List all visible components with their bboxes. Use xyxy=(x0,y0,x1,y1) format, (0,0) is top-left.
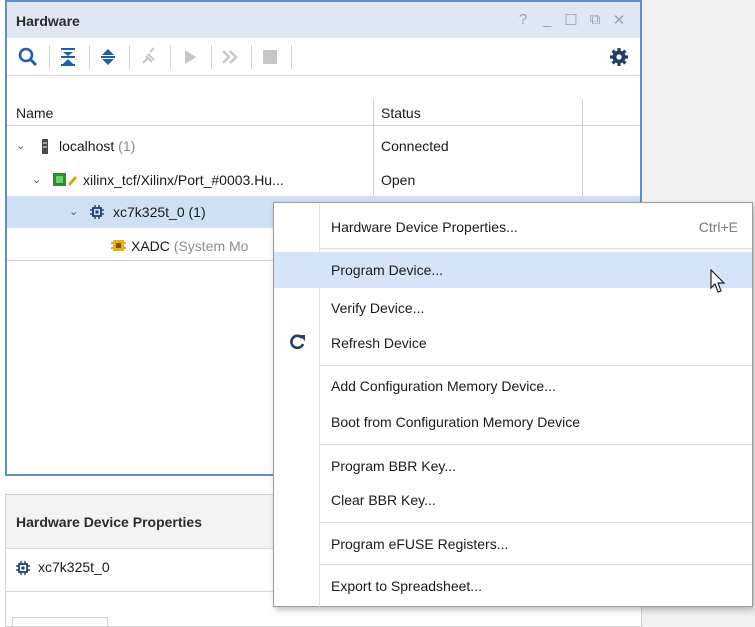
menu-item-add-configuration-memory-device[interactable]: Add Configuration Memory Device... xyxy=(274,368,752,404)
row-status: Connected xyxy=(381,138,449,154)
auto-connect-icon[interactable] xyxy=(138,46,160,68)
toolbar-divider xyxy=(211,45,212,69)
panel-title: Hardware xyxy=(16,13,80,29)
table-row[interactable]: ⌄ xilinx_tcf/Xilinx/Port_#0003.Hu... Ope… xyxy=(7,164,582,196)
toolbar-divider xyxy=(291,45,292,69)
column-header-status[interactable]: Status xyxy=(381,105,421,121)
table-header: Name Status xyxy=(7,99,640,126)
properties-tab[interactable] xyxy=(12,617,108,627)
menu-separator xyxy=(320,522,752,523)
chip-icon xyxy=(90,205,104,219)
chevron-down-icon[interactable]: ⌄ xyxy=(69,205,78,218)
toolbar-divider xyxy=(129,45,130,69)
row-name: localhost (1) xyxy=(59,138,136,154)
chip-icon xyxy=(16,561,30,575)
menu-item-verify-device[interactable]: Verify Device... xyxy=(274,290,752,326)
window-controls: ? _ ☐ ⧉ ✕ xyxy=(516,11,626,29)
chevron-down-icon[interactable]: ⌄ xyxy=(16,139,25,152)
panel-title: Hardware Device Properties xyxy=(16,514,202,530)
toolbar-divider xyxy=(170,45,171,69)
gear-icon[interactable] xyxy=(608,46,630,68)
context-menu: Hardware Device Properties... Ctrl+E Pro… xyxy=(273,202,753,607)
stop-icon[interactable] xyxy=(259,46,281,68)
run-icon[interactable] xyxy=(179,46,201,68)
chevron-down-icon[interactable]: ⌄ xyxy=(32,173,41,186)
menu-separator xyxy=(320,444,752,445)
server-icon xyxy=(42,139,48,154)
minimize-icon[interactable]: _ xyxy=(540,11,554,29)
close-icon[interactable]: ✕ xyxy=(612,11,626,29)
menu-item-clear-bbr-key[interactable]: Clear BBR Key... xyxy=(274,482,752,518)
menu-item-refresh-device[interactable]: Refresh Device xyxy=(274,325,752,361)
menu-item-boot-from-configuration-memory-device[interactable]: Boot from Configuration Memory Device xyxy=(274,404,752,440)
refresh-icon xyxy=(290,334,305,350)
toolbar-divider xyxy=(89,45,90,69)
menu-item-program-bbr-key[interactable]: Program BBR Key... xyxy=(274,448,752,484)
float-icon[interactable]: ⧉ xyxy=(588,11,602,29)
row-name: xc7k325t_0 (1) xyxy=(113,204,206,220)
hardware-toolbar xyxy=(7,38,640,76)
mouse-cursor-icon xyxy=(710,269,726,293)
row-name: xilinx_tcf/Xilinx/Port_#0003.Hu... xyxy=(83,172,284,188)
maximize-icon[interactable]: ☐ xyxy=(564,11,578,29)
xadc-icon xyxy=(111,240,126,251)
toolbar-divider xyxy=(49,45,50,69)
toolbar-divider xyxy=(251,45,252,69)
table-row[interactable]: ⌄ localhost (1) Connected xyxy=(7,130,582,162)
menu-separator xyxy=(320,248,752,249)
menu-item-program-device[interactable]: Program Device... xyxy=(274,252,752,288)
search-icon[interactable] xyxy=(17,46,39,68)
collapse-all-icon[interactable] xyxy=(57,46,79,68)
hardware-panel-header: Hardware ? _ ☐ ⧉ ✕ xyxy=(7,2,640,38)
menu-item-hardware-device-properties[interactable]: Hardware Device Properties... Ctrl+E xyxy=(274,209,752,245)
menu-item-program-efuse-registers[interactable]: Program eFUSE Registers... xyxy=(274,526,752,562)
row-name: XADC (System Mo xyxy=(131,238,249,254)
help-icon[interactable]: ? xyxy=(516,11,530,29)
menu-separator xyxy=(320,365,752,366)
menu-shortcut: Ctrl+E xyxy=(698,219,738,235)
row-status: Open xyxy=(381,172,416,188)
properties-device-name: xc7k325t_0 xyxy=(38,559,110,575)
target-board-icon xyxy=(53,173,77,186)
expand-all-icon[interactable] xyxy=(97,46,119,68)
menu-separator xyxy=(320,564,752,565)
column-header-name[interactable]: Name xyxy=(16,105,53,121)
step-icon[interactable] xyxy=(219,46,241,68)
menu-item-export-to-spreadsheet[interactable]: Export to Spreadsheet... xyxy=(274,568,752,604)
